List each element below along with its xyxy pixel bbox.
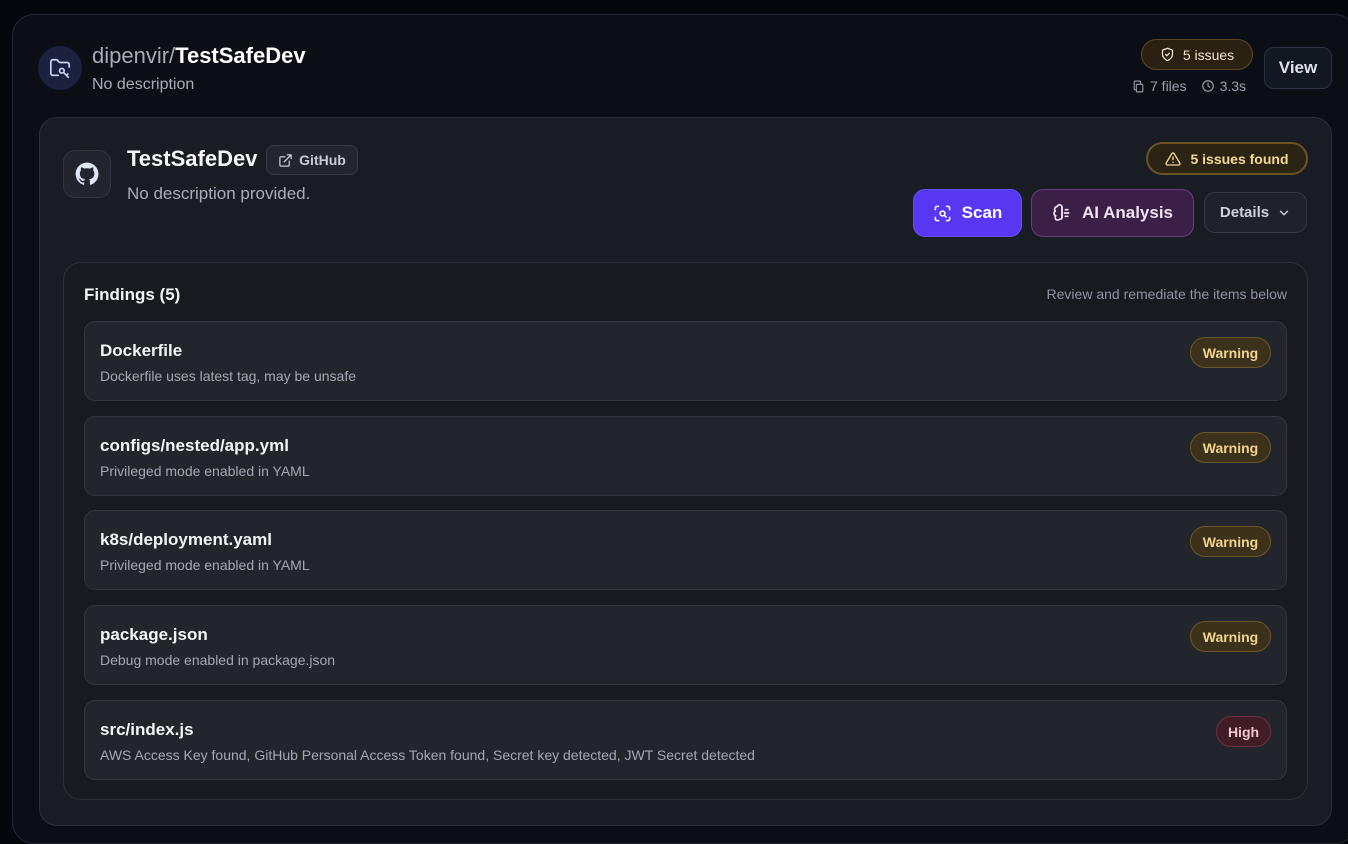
severity-badge: High <box>1216 716 1271 747</box>
findings-hint: Review and remediate the items below <box>1046 286 1287 302</box>
finding-file: Dockerfile <box>100 341 183 360</box>
files-count: 7 files <box>1132 78 1187 94</box>
details-label: Details <box>1219 204 1270 221</box>
github-link-label: GitHub <box>299 152 346 168</box>
findings-title: Findings (5) <box>84 285 181 304</box>
finding-item[interactable]: configs/nested/app.yml Privileged mode e… <box>84 416 1287 496</box>
folder-key-icon <box>38 46 82 90</box>
issues-count-label: 5 issues <box>1182 46 1235 63</box>
repo-meta: 7 files 3.3s <box>1132 78 1246 94</box>
finding-item[interactable]: src/index.js AWS Access Key found, GitHu… <box>84 700 1287 780</box>
scan-icon <box>933 204 952 223</box>
repo-description: No description <box>92 76 195 93</box>
severity-badge: Warning <box>1190 621 1271 652</box>
finding-item[interactable]: k8s/deployment.yaml Privileged mode enab… <box>84 510 1287 590</box>
github-link-button[interactable]: GitHub <box>266 145 358 175</box>
ai-analysis-label: AI Analysis <box>1081 203 1174 222</box>
repo-owner: dipenvir/ <box>92 43 176 68</box>
finding-file: k8s/deployment.yaml <box>100 530 272 549</box>
severity-badge: Warning <box>1190 337 1271 368</box>
project-name: TestSafeDev <box>127 146 258 171</box>
scan-button[interactable]: Scan <box>913 189 1022 237</box>
finding-file: src/index.js <box>100 720 194 739</box>
chevron-down-icon <box>1277 206 1291 220</box>
brain-icon <box>1052 203 1072 223</box>
finding-description: Privileged mode enabled in YAML <box>100 463 310 479</box>
issues-badge[interactable]: 5 issues <box>1141 39 1253 70</box>
shield-check-icon <box>1160 47 1175 62</box>
project-description: No description provided. <box>127 184 311 203</box>
scan-label: Scan <box>961 203 1003 222</box>
severity-badge: Warning <box>1190 432 1271 463</box>
issues-found-badge: 5 issues found <box>1146 142 1308 175</box>
finding-item[interactable]: package.json Debug mode enabled in packa… <box>84 605 1287 685</box>
scan-duration-label: 3.3s <box>1219 78 1247 94</box>
repo-title[interactable]: dipenvir/TestSafeDev <box>92 43 306 69</box>
finding-description: Privileged mode enabled in YAML <box>100 557 310 573</box>
finding-description: Dockerfile uses latest tag, may be unsaf… <box>100 368 357 384</box>
repo-name: TestSafeDev <box>175 43 306 68</box>
view-button[interactable]: View <box>1264 47 1332 89</box>
external-link-icon <box>278 153 293 168</box>
finding-item[interactable]: Dockerfile Dockerfile uses latest tag, m… <box>84 321 1287 401</box>
alert-triangle-icon <box>1165 151 1182 167</box>
ai-analysis-button[interactable]: AI Analysis <box>1031 189 1194 237</box>
finding-description: Debug mode enabled in package.json <box>100 652 336 668</box>
details-dropdown-button[interactable]: Details <box>1204 192 1307 233</box>
files-icon <box>1132 80 1145 93</box>
issues-found-label: 5 issues found <box>1190 150 1289 167</box>
severity-badge: Warning <box>1190 526 1271 557</box>
finding-file: configs/nested/app.yml <box>100 436 289 455</box>
clock-icon <box>1201 79 1215 93</box>
files-count-label: 7 files <box>1150 78 1187 94</box>
finding-file: package.json <box>100 625 208 644</box>
scan-duration: 3.3s <box>1201 78 1246 94</box>
github-icon <box>63 150 111 198</box>
finding-description: AWS Access Key found, GitHub Personal Ac… <box>100 747 755 763</box>
